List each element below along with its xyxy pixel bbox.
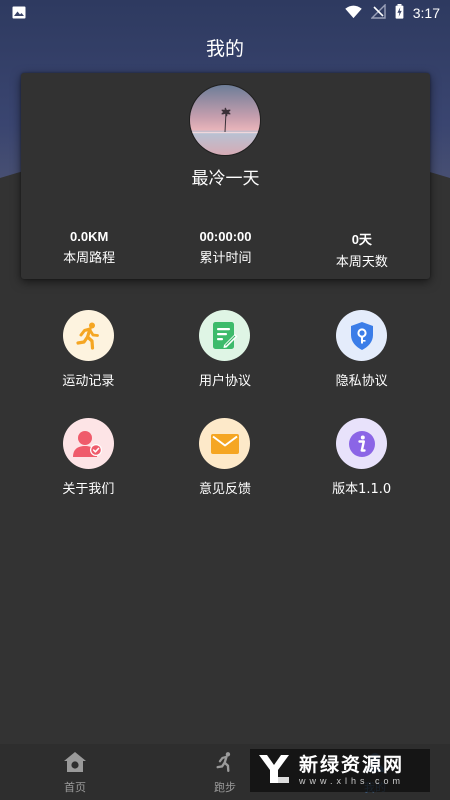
menu-item-label: 用户协议 [198, 374, 251, 389]
shield-icon [336, 310, 388, 361]
image-notification-icon [12, 4, 26, 23]
stat-label: 本周天数 [335, 255, 388, 270]
stat-value: 0天 [351, 232, 372, 247]
user-icon [62, 418, 114, 469]
stat-value: 0.0KM [70, 229, 109, 244]
battery-charging-icon [395, 3, 404, 23]
avatar[interactable] [189, 84, 261, 156]
menu-item-feedback[interactable]: 意见反馈 [157, 418, 294, 497]
watermark-subtitle: www.xlhs.com [299, 776, 405, 786]
stat-label: 累计时间 [199, 251, 252, 266]
nav-label: 首页 [64, 781, 86, 794]
profile-stats: 0.0KM 本周路程 00:00:00 累计时间 0天 本周天数 [21, 229, 430, 270]
menu-item-about-us[interactable]: 关于我们 [20, 418, 157, 497]
menu-item-label: 意见反馈 [198, 482, 251, 497]
info-icon [336, 418, 388, 469]
username: 最冷一天 [191, 169, 260, 189]
mail-icon [199, 418, 251, 469]
running-icon [214, 751, 236, 777]
profile-card: 最冷一天 0.0KM 本周路程 00:00:00 累计时间 0天 本周天数 [21, 73, 430, 279]
stat-value: 00:00:00 [199, 229, 252, 244]
stat-weekly-days: 0天 本周天数 [294, 229, 430, 270]
running-icon [62, 310, 114, 361]
stat-weekly-distance: 0.0KM 本周路程 [21, 229, 157, 270]
menu-item-user-agreement[interactable]: 用户协议 [157, 310, 294, 389]
stat-label: 本周路程 [63, 251, 116, 266]
menu-item-label: 隐私协议 [335, 374, 388, 389]
menu-item-label: 运动记录 [62, 374, 115, 389]
no-signal-icon [370, 2, 386, 23]
page-title: 我的 [205, 38, 244, 60]
menu-item-privacy-agreement[interactable]: 隐私协议 [293, 310, 430, 389]
watermark-logo-icon [257, 753, 291, 789]
menu-item-label: 版本1.1.0 [332, 482, 392, 497]
status-bar: 3:17 [0, 0, 450, 26]
stat-total-time: 00:00:00 累计时间 [157, 229, 293, 270]
menu-item-version[interactable]: 版本1.1.0 [293, 418, 430, 497]
menu-item-label: 关于我们 [62, 482, 115, 497]
menu-item-exercise-records[interactable]: 运动记录 [20, 310, 157, 389]
wifi-icon [345, 4, 362, 23]
nav-label: 跑步 [214, 781, 236, 794]
status-time: 3:17 [412, 5, 440, 21]
watermark: 新绿资源网 www.xlhs.com [250, 749, 430, 792]
menu-grid: 运动记录 用户协议 隐私协议 关于我们 意见反馈 版本1.1.0 [20, 310, 430, 497]
document-icon [199, 310, 251, 361]
home-icon [63, 751, 87, 777]
watermark-title: 新绿资源网 [299, 754, 405, 776]
nav-tab-home[interactable]: 首页 [0, 744, 150, 800]
